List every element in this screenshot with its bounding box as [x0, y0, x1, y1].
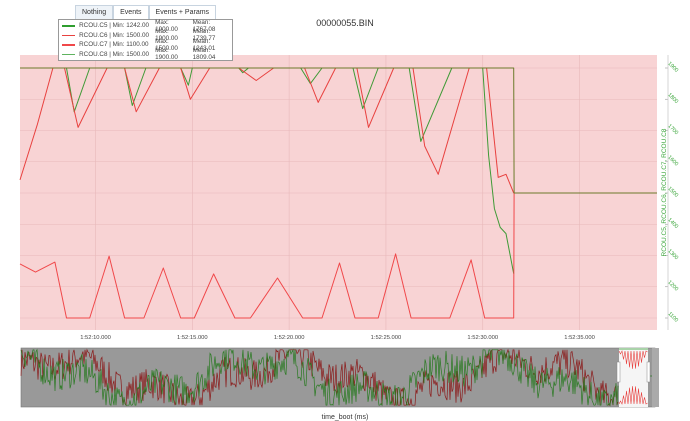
y-axis-label: RCOU.C5, RCOU.C6, RCOU.C7, RCOU.C8 — [661, 128, 668, 256]
legend-max: Max: 1900.00 — [155, 47, 178, 62]
legend-name: RCOU.C5 | Min: 1242.00 — [79, 22, 150, 30]
legend-name: RCOU.C6 | Min: 1500.00 — [79, 31, 150, 39]
legend-swatch — [62, 34, 76, 36]
legend-swatch — [62, 44, 76, 46]
navigator-left-handle[interactable] — [616, 361, 621, 383]
legend-name: RCOU.C8 | Min: 1500.00 — [79, 50, 150, 58]
navigator-scrollbar[interactable] — [652, 348, 659, 407]
chart[interactable]: 190018001700160015001400130012001100RCOU… — [0, 0, 690, 421]
x-tick-label: 1:52:20.000 — [274, 335, 305, 341]
x-tick-label: 1:52:30.000 — [467, 335, 498, 341]
legend-swatch — [62, 25, 76, 27]
x-tick-label: 1:52:25.000 — [371, 335, 402, 341]
legend-mean: Mean: 1809.04 — [192, 47, 216, 62]
x-tick-label: 1:52:15.000 — [177, 335, 208, 341]
navigator-right-handle[interactable] — [646, 361, 651, 383]
legend-name: RCOU.C7 | Min: 1100.00 — [79, 41, 149, 49]
x-tick-label: 1:52:10.000 — [80, 335, 111, 341]
x-tick-label: 1:52:35.000 — [564, 335, 595, 341]
legend: RCOU.C5 | Min: 1242.00 Max: 1900.00 Mean: … — [58, 19, 233, 61]
legend-swatch — [62, 53, 76, 55]
legend-item[interactable]: RCOU.C8 | Min: 1500.00 Max: 1900.00 Mean: … — [59, 47, 232, 62]
